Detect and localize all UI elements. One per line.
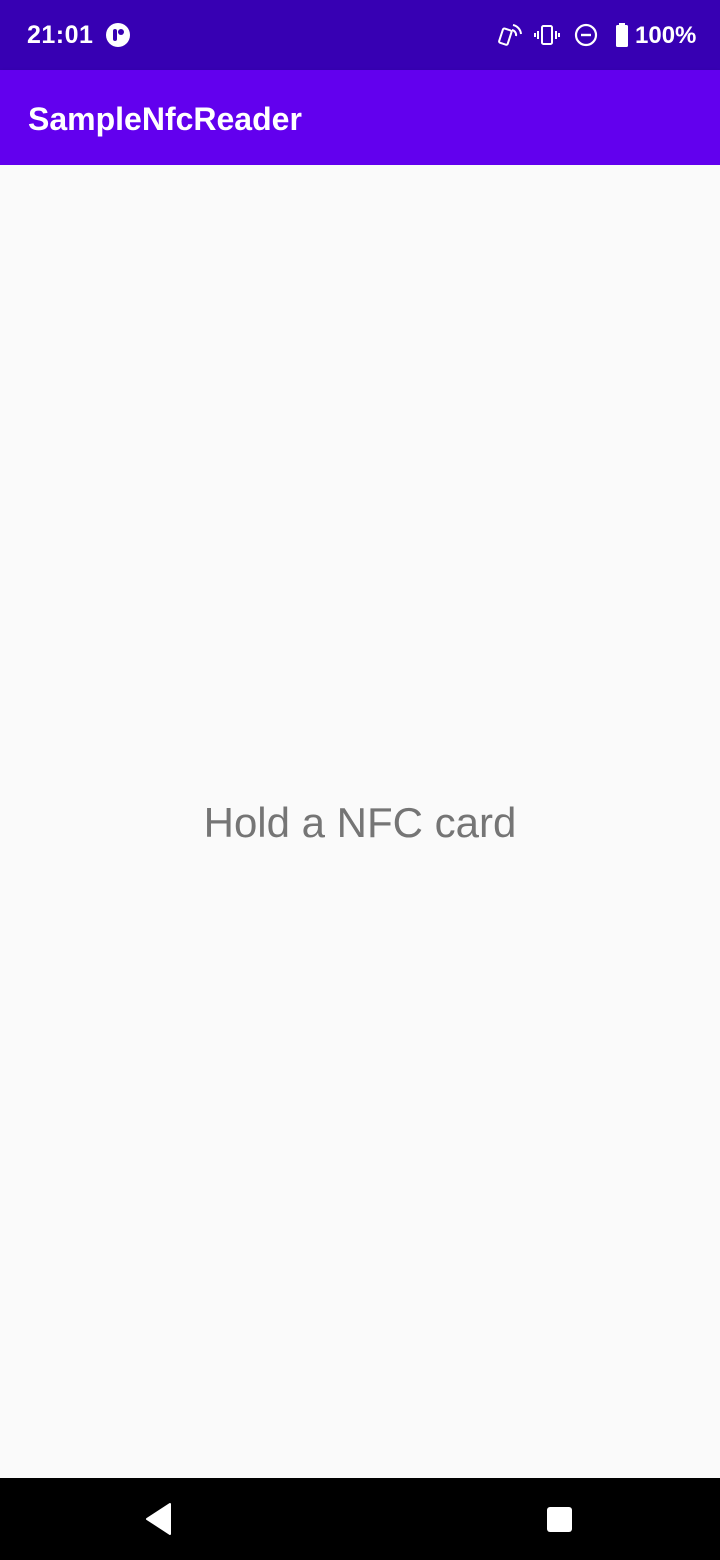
nfc-icon bbox=[497, 22, 523, 48]
nfc-prompt-message: Hold a NFC card bbox=[203, 799, 517, 846]
recents-button[interactable] bbox=[546, 1506, 573, 1533]
battery-percent: 100% bbox=[635, 22, 697, 49]
status-time: 21:01 bbox=[27, 21, 94, 49]
navigation-bar bbox=[0, 1478, 720, 1560]
notification-app-icon bbox=[105, 22, 131, 48]
recents-square-icon bbox=[547, 1507, 572, 1532]
back-triangle-icon bbox=[146, 1503, 171, 1535]
vibrate-icon bbox=[534, 22, 560, 48]
do-not-disturb-icon bbox=[573, 22, 599, 48]
status-bar: 21:01 100% bbox=[0, 0, 720, 70]
back-button[interactable] bbox=[144, 1502, 176, 1536]
main-content: Hold a NFC card bbox=[0, 165, 720, 1478]
app-bar: SampleNfcReader bbox=[0, 70, 720, 165]
app-title: SampleNfcReader bbox=[28, 101, 302, 137]
battery-full-icon bbox=[609, 22, 635, 48]
